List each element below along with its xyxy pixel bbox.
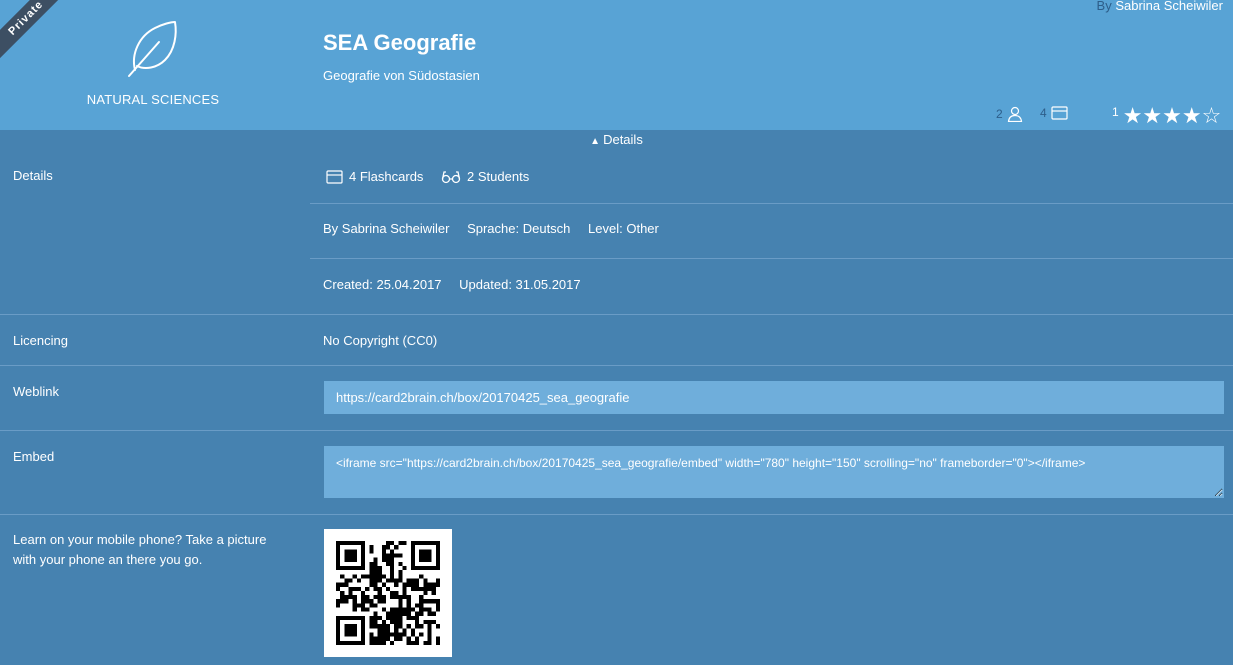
details-toggle-label: Details	[603, 132, 643, 147]
divider	[0, 514, 1233, 515]
embed-label: Embed	[13, 449, 55, 464]
students-count-detail: 2 Students	[441, 169, 529, 184]
qr-code	[324, 529, 452, 657]
divider	[0, 314, 1233, 315]
flashcards-count: 4 Flashcards	[326, 169, 423, 184]
box-subtitle: Geografie von Südostasien	[323, 68, 480, 83]
students-count: 2	[996, 107, 1003, 121]
star-empty-icon: ☆	[1201, 103, 1222, 128]
students-stat: 2	[996, 106, 1023, 122]
cards-count: 4	[1040, 106, 1047, 120]
category-label: NATURAL SCIENCES	[86, 92, 220, 107]
author-prefix: By	[1096, 0, 1112, 13]
embed-code-textarea[interactable]: <iframe src="https://card2brain.ch/box/2…	[324, 446, 1224, 498]
details-label: Details	[13, 168, 53, 183]
star-icon: ★	[1181, 103, 1202, 128]
created-date: Created: 25.04.2017	[323, 277, 442, 292]
students-label: 2 Students	[467, 169, 530, 184]
mobile-hint: Learn on your mobile phone? Take a pictu…	[13, 532, 267, 567]
divider	[310, 258, 1233, 259]
user-icon	[1007, 106, 1022, 122]
star-icon: ★	[1162, 103, 1182, 128]
cards-stat: 4	[1040, 106, 1068, 120]
weblink-label: Weblink	[13, 384, 60, 399]
qr-code-icon	[336, 541, 440, 645]
box-title: SEA Geografie	[323, 30, 477, 55]
divider	[0, 365, 1233, 366]
weblink-input[interactable]	[324, 381, 1224, 414]
divider	[0, 430, 1233, 431]
details-meta: By Sabrina Scheiwiler Sprache: Deutsch L…	[323, 221, 673, 236]
details-level: Level: Other	[588, 221, 659, 236]
rating[interactable]: 1 ★ ★ ★ ★ ☆	[1112, 103, 1222, 128]
updated-date: Updated: 31.05.2017	[459, 277, 581, 292]
divider	[310, 203, 1233, 204]
licencing-label: Licencing	[13, 333, 68, 348]
details-dates: Created: 25.04.2017 Updated: 31.05.2017	[323, 277, 595, 292]
glasses-icon	[441, 170, 461, 183]
chevron-up-icon: ▲	[590, 136, 601, 147]
licencing-value: No Copyright (CC0)	[323, 333, 438, 348]
details-summary: 4 Flashcards 2 Students	[326, 169, 543, 187]
box-header: Private NATURAL SCIENCES SEA Geografie G…	[0, 0, 1233, 130]
cards-icon	[1051, 106, 1068, 120]
star-icon: ★	[1122, 103, 1143, 128]
details-author[interactable]: By Sabrina Scheiwiler	[323, 221, 449, 236]
author-link[interactable]: By Sabrina Scheiwiler	[1097, 0, 1223, 13]
flashcards-label: 4 Flashcards	[349, 169, 424, 184]
cards-icon	[326, 169, 343, 184]
author-name: Sabrina Scheiwiler	[1115, 0, 1223, 13]
rating-count: 1	[1112, 105, 1119, 119]
star-icon: ★	[1142, 103, 1163, 128]
category-block[interactable]: NATURAL SCIENCES	[60, 18, 246, 107]
details-toggle[interactable]: ▲ Details	[0, 130, 1233, 150]
details-language: Sprache: Deutsch	[467, 221, 571, 236]
leaf-icon	[128, 21, 177, 77]
